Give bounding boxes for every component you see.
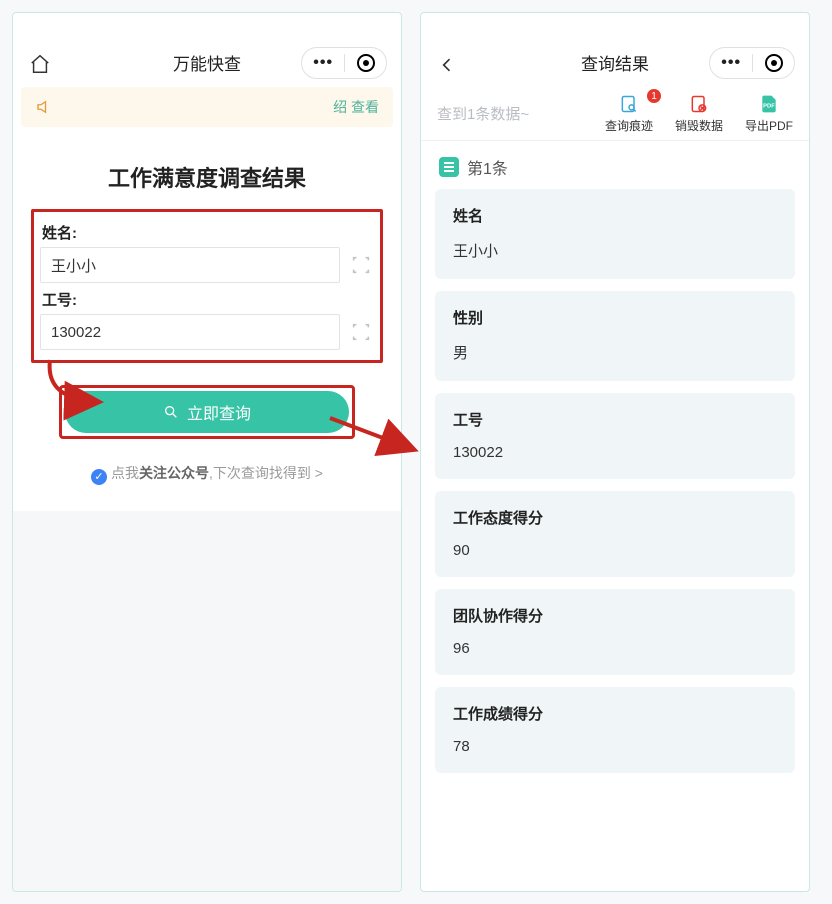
result-key: 姓名 [453,205,777,226]
submit-button[interactable]: 立即查询 [65,391,349,433]
result-value: 男 [453,342,777,363]
miniprogram-capsule[interactable]: ••• [301,47,387,79]
follow-link[interactable]: ✓点我关注公众号,下次查询找得到 > [31,463,383,485]
name-label: 姓名: [42,222,374,243]
result-card: 性别男 [435,291,795,381]
result-list: 姓名王小小性别男工号 130022 工作态度得分 90 团队协作得分 96 工作成绩得分 78 [421,189,809,773]
more-icon[interactable]: ••• [313,54,333,72]
result-key: 工作态度得分 [453,507,777,528]
more-icon[interactable]: ••• [721,54,741,72]
notice-bar[interactable]: 绍 查看 [21,87,393,127]
result-count: 查到1条数据~ [437,103,529,124]
result-card: 工作态度得分 90 [435,491,795,577]
svg-text:PDF: PDF [763,103,775,109]
scan-icon[interactable] [348,254,374,276]
tool-trace[interactable]: 1 查询痕迹 [605,93,653,134]
tool-export[interactable]: PDF 导出PDF [745,93,793,134]
query-card: 工作满意度调查结果 姓名: 工号: [21,137,393,511]
notice-view-link[interactable]: 绍 查看 [333,97,379,117]
speaker-icon [35,98,53,116]
highlight-button: 立即查询 [59,385,355,439]
miniprogram-capsule[interactable]: ••• [709,47,795,79]
result-toolbar: 查到1条数据~ 1 查询痕迹 销毁数据 [421,87,809,141]
result-card: 工作成绩得分 78 [435,687,795,773]
header: 万能快查 ••• [13,13,401,87]
result-value: 90 [453,542,777,559]
result-key: 工号 [453,409,777,430]
phone-query-form: 万能快查 ••• 绍 查看 工作满意度调查结果 [12,12,402,892]
tool-destroy[interactable]: 销毁数据 [675,93,723,134]
trace-badge: 1 [647,89,661,103]
target-icon[interactable] [357,54,375,72]
id-label: 工号: [42,289,374,310]
trace-icon [618,93,640,115]
form-title: 工作满意度调查结果 [31,161,383,193]
id-input[interactable] [40,314,340,350]
scan-icon[interactable] [348,321,374,343]
section-header: 第1条 [421,141,809,189]
list-icon [439,157,459,177]
result-card: 团队协作得分 96 [435,589,795,675]
phone-query-result: 查询结果 ••• 查到1条数据~ 1 [420,12,810,892]
check-icon: ✓ [91,469,107,485]
result-card: 工号 130022 [435,393,795,479]
header: 查询结果 ••• [421,13,809,87]
result-value: 130022 [453,444,777,461]
highlight-inputs: 姓名: 工号: [31,209,383,363]
pdf-icon: PDF [758,93,780,115]
result-value: 96 [453,640,777,657]
result-value: 王小小 [453,240,777,261]
result-key: 性别 [453,307,777,328]
result-value: 78 [453,738,777,755]
search-icon [163,404,179,420]
result-card: 姓名王小小 [435,189,795,279]
result-key: 团队协作得分 [453,605,777,626]
target-icon[interactable] [765,54,783,72]
destroy-icon [688,93,710,115]
name-input[interactable] [40,247,340,283]
result-key: 工作成绩得分 [453,703,777,724]
